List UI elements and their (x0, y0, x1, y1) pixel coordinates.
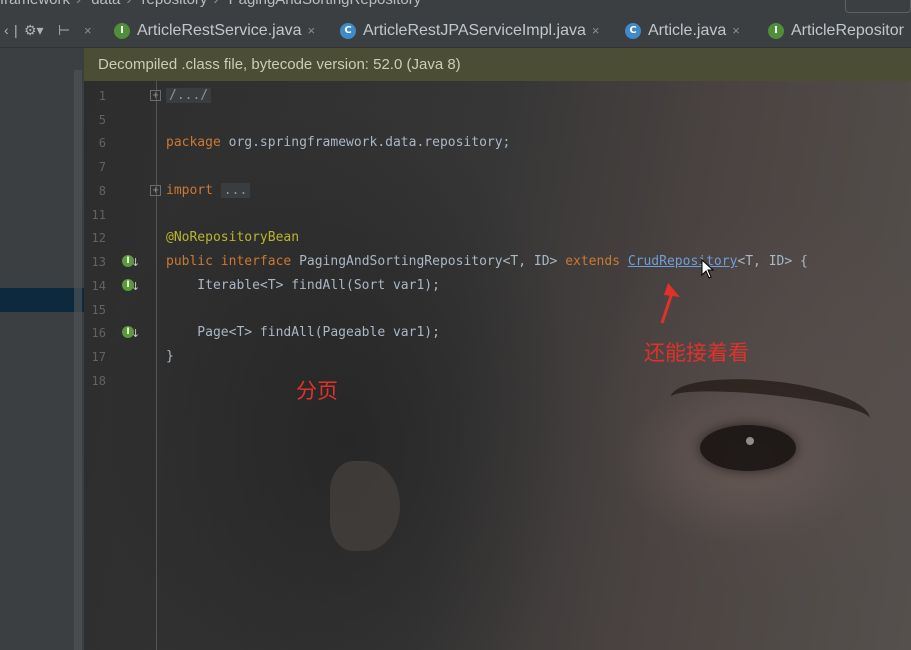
note-paging: 分页 (296, 379, 338, 403)
tab-label: ArticleRepositor (791, 21, 904, 39)
decompiled-banner: Decompiled .class file, bytecode version… (84, 48, 911, 81)
keyword-package: package (166, 135, 221, 150)
close-icon[interactable]: × (308, 23, 316, 38)
breadcrumb-item-file[interactable]: PagingAndSortingRepository (229, 0, 422, 8)
code-editor[interactable]: 1 + /.../ 5 6 package org.springframewor… (84, 81, 911, 650)
interface-icon: I (768, 22, 784, 39)
background-eye-shape (700, 425, 796, 471)
code-line: 5 (84, 108, 911, 132)
line-number: 5 (98, 113, 106, 127)
code-line: 17 } (84, 345, 911, 369)
code-line: 18 (84, 369, 911, 393)
interface-name: PagingAndSortingRepository (299, 254, 503, 269)
line-number: 12 (91, 231, 106, 245)
tab-article[interactable]: C Article.java × (625, 14, 757, 47)
close-icon[interactable]: × (732, 23, 740, 38)
line-number: 15 (91, 303, 106, 317)
down-arrow-icon: ↓ (131, 327, 141, 340)
line-number: 13 (91, 255, 106, 269)
tab-label: Article.java (648, 21, 727, 39)
tab-article-rest-jpa-service-impl[interactable]: C ArticleRestJPAServiceImpl.java × (340, 14, 610, 47)
closing-brace: } (166, 349, 174, 364)
method-findall-sort: Iterable<T> findAll(Sort var1); (166, 278, 440, 293)
breadcrumb-bar: framework› data› repository› PagingAndSo… (0, 0, 911, 15)
keyword-import: import (166, 183, 213, 198)
collapse-arrows-icon[interactable]: ‹ (4, 22, 9, 38)
code-line: 16 I ↓ Page<T> findAll(Pageable var1); (84, 321, 911, 345)
breadcrumb-item-data[interactable]: data (91, 0, 120, 8)
background-eye-highlight (746, 437, 754, 445)
line-number: 8 (98, 184, 106, 198)
separator: | (14, 22, 18, 38)
mouse-cursor-icon (701, 259, 715, 279)
keyword-extends: extends (565, 254, 620, 269)
tab-overflow-close[interactable]: × (84, 14, 92, 47)
code-line: 7 (84, 155, 911, 179)
interface-icon: I (114, 22, 130, 39)
close-icon[interactable]: × (84, 23, 92, 38)
folded-region[interactable]: /.../ (166, 88, 212, 103)
code-line: 1 + /.../ (84, 84, 911, 108)
hide-panel-icon[interactable]: ⊢ (58, 22, 70, 38)
code-line: 12 @NoRepositoryBean (84, 226, 911, 250)
editor-tab-bar: × I ArticleRestService.java × C ArticleR… (84, 14, 911, 48)
project-tool-window: ‹ | ⚙▾ ⊢ (0, 14, 85, 650)
keyword-public: public (166, 254, 213, 269)
crud-repository-link[interactable]: CrudRepository (628, 254, 738, 269)
code-line: 11 (84, 203, 911, 227)
annotation: @NoRepositoryBean (166, 230, 300, 245)
line-number: 1 (98, 89, 106, 103)
note-continue-reading: 还能接着看 (644, 341, 749, 365)
down-arrow-icon: ↓ (131, 280, 141, 293)
breadcrumb-item-framework[interactable]: framework (0, 0, 70, 8)
tab-article-rest-service[interactable]: I ArticleRestService.java × (114, 14, 326, 47)
line-number: 7 (98, 160, 106, 174)
breadcrumb-item-repository[interactable]: repository (142, 0, 208, 8)
line-number: 6 (98, 136, 106, 150)
line-tail: <T, ID> { (737, 254, 808, 269)
tab-label: ArticleRestJPAServiceImpl.java (363, 21, 586, 39)
red-arrow-icon (660, 283, 680, 324)
breadcrumb: framework› data› repository› PagingAndSo… (0, 0, 427, 8)
close-icon[interactable]: × (592, 23, 600, 38)
code-line: 6 package org.springframework.data.repos… (84, 131, 911, 155)
project-tree-selected-item[interactable] (0, 288, 84, 312)
project-scrollbar[interactable] (74, 70, 82, 650)
code-line: 15 (84, 298, 911, 322)
generic-params: <T, ID> (502, 254, 558, 269)
code-line: 8 + import ... (84, 179, 911, 203)
down-arrow-icon: ↓ (131, 256, 141, 269)
tab-label: ArticleRestService.java (137, 21, 302, 39)
project-toolbar: ‹ | ⚙▾ ⊢ (0, 14, 84, 48)
line-number: 18 (91, 374, 106, 388)
fold-toggle-icon[interactable]: + (150, 185, 161, 196)
folded-imports[interactable]: ... (220, 183, 251, 198)
line-number: 17 (91, 350, 106, 364)
code-line: 14 I ↓ Iterable<T> findAll(Sort var1); (84, 274, 911, 298)
code-line: 13 I ↓ public interface PagingAndSorting… (84, 250, 911, 274)
fold-toggle-icon[interactable]: + (150, 90, 161, 101)
keyword-interface: interface (220, 254, 292, 269)
method-findall-pageable: Page<T> findAll(Pageable var1); (166, 325, 440, 340)
background-ear-shape (330, 461, 400, 551)
line-number: 14 (91, 279, 106, 293)
tab-article-repository[interactable]: I ArticleRepositor (768, 14, 911, 47)
settings-gear-icon[interactable]: ⚙▾ (24, 22, 44, 38)
package-name: org.springframework.data.repository; (220, 135, 511, 150)
class-icon: C (340, 22, 356, 39)
search-everywhere-box[interactable] (845, 0, 911, 13)
line-number: 11 (91, 208, 106, 222)
line-number: 16 (91, 326, 106, 340)
class-icon: C (625, 22, 641, 39)
